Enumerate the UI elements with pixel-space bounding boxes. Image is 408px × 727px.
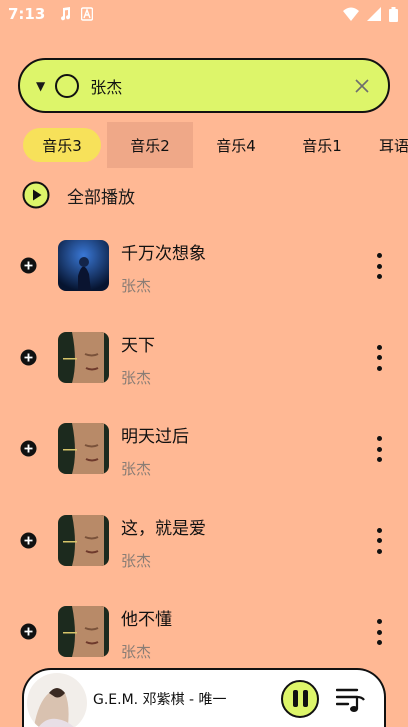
song-title: 他不懂 [121,610,172,631]
circle-icon[interactable] [55,73,80,98]
search-bar: ▼ [18,58,390,113]
wifi-icon [343,7,359,21]
song-artist: 张杰 [121,460,152,479]
pause-button[interactable] [281,679,319,718]
tab-music1[interactable]: 音乐1 [279,122,365,168]
add-icon[interactable] [20,349,37,366]
signal-icon [367,7,381,21]
add-icon[interactable] [20,623,37,640]
song-row[interactable]: 这，就是爱 张杰 [0,501,408,593]
playlist-icon[interactable] [336,685,366,713]
status-right-group [343,6,398,22]
more-options-icon[interactable] [370,435,388,463]
tab-music3[interactable]: 音乐3 [23,128,101,162]
player-album-art[interactable] [27,672,87,727]
album-cover [58,423,109,475]
now-playing-title: G.E.M. 邓紫棋 - 唯一 [93,691,227,708]
song-list: 千万次想象 张杰 天下 张杰 明天过后 张杰 这，就是爱 张杰 他不懂 张杰 [0,226,408,684]
battery-icon [389,6,398,22]
add-icon[interactable] [20,257,37,274]
tab-whisper[interactable]: 耳语 [365,122,408,168]
song-artist: 张杰 [121,368,152,387]
song-title: 千万次想象 [121,244,206,264]
song-row[interactable]: 天下 张杰 [0,318,408,410]
tab-music2[interactable]: 音乐2 [107,122,193,168]
search-input[interactable] [90,76,350,95]
status-bar: 7:13 [0,0,408,28]
song-row[interactable]: 明天过后 张杰 [0,409,408,501]
play-all-label: 全部播放 [67,187,135,208]
pause-icon [292,690,298,707]
more-options-icon[interactable] [370,252,388,280]
more-options-icon[interactable] [370,344,388,372]
more-options-icon[interactable] [370,618,388,646]
add-icon[interactable] [20,440,37,457]
song-artist: 张杰 [121,551,152,570]
song-artist: 张杰 [121,643,152,662]
album-cover [58,606,109,658]
play-circle-icon [22,181,50,209]
dropdown-arrow-icon[interactable]: ▼ [36,79,45,93]
tab-music4[interactable]: 音乐4 [193,122,279,168]
add-icon[interactable] [20,532,37,549]
clear-icon[interactable] [350,74,374,98]
font-a-icon [81,7,94,21]
mini-player[interactable]: G.E.M. 邓紫棋 - 唯一 [22,668,386,727]
play-all-button[interactable]: 全部播放 [22,181,135,209]
music-note-icon [61,7,71,21]
status-time: 7:13 [8,5,46,23]
tab-bar: 音乐3 音乐2 音乐4 音乐1 耳语 [18,122,408,168]
song-title: 明天过后 [121,427,189,448]
album-cover [58,240,109,291]
song-title: 这，就是爱 [121,518,206,539]
album-cover [58,514,109,566]
song-title: 天下 [121,335,155,356]
song-row[interactable]: 千万次想象 张杰 [0,226,408,318]
song-artist: 张杰 [121,277,152,295]
album-cover [58,331,109,383]
more-options-icon[interactable] [370,527,388,555]
